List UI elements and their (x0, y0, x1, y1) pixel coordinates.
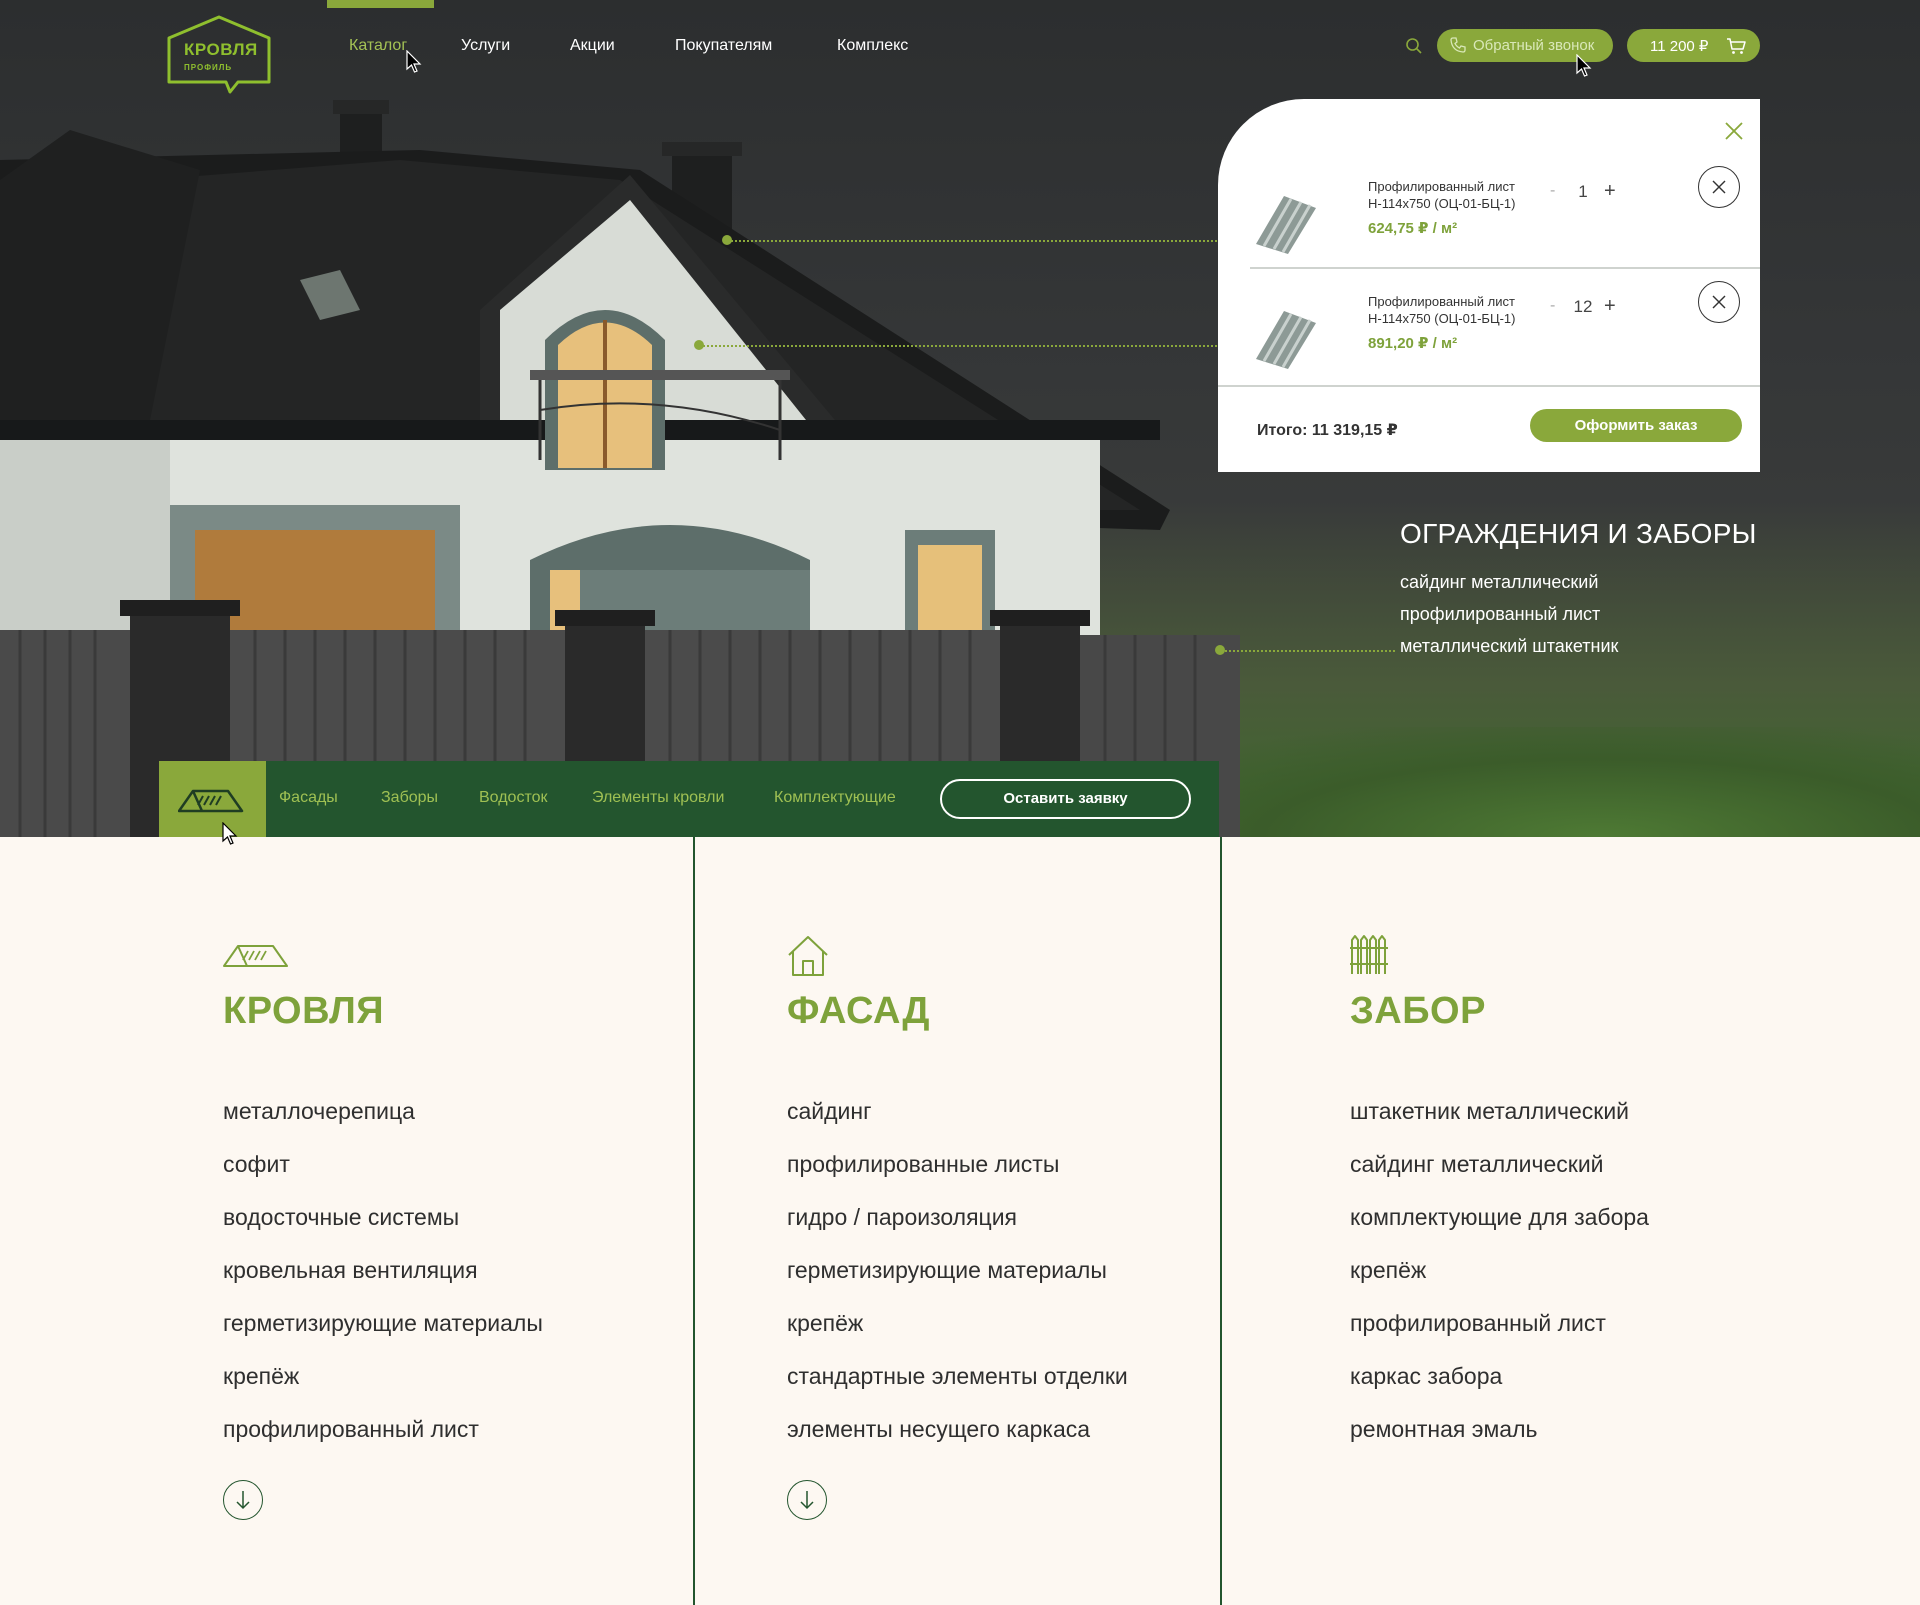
category-link[interactable]: крепёж (1350, 1257, 1426, 1284)
column-title[interactable]: ЗАБОР (1350, 990, 1486, 1033)
category-link[interactable]: сайдинг металлический (1350, 1151, 1604, 1178)
cart-item-price: 624,75 ₽ / м² (1368, 220, 1458, 237)
checkout-button[interactable]: Оформить заказ (1530, 409, 1742, 442)
category-link[interactable]: кровельная вентиляция (223, 1257, 478, 1284)
callout-line-fence (1225, 650, 1395, 652)
search-icon[interactable] (1405, 37, 1423, 55)
qty-value[interactable]: 12 (1570, 297, 1596, 317)
mouse-cursor-icon (1576, 54, 1592, 77)
category-link[interactable]: профилированные листы (787, 1151, 1059, 1178)
category-link[interactable]: герметизирующие материалы (223, 1310, 543, 1337)
category-link[interactable]: крепёж (223, 1363, 299, 1390)
cart-icon (1727, 38, 1746, 54)
qty-decrease-button[interactable]: - (1550, 182, 1555, 200)
fence-link-profiled-sheet[interactable]: профилированный лист (1400, 604, 1600, 625)
cart-item: Профилированный лист Н-114х750 (ОЦ-01-БЦ… (1250, 281, 1760, 408)
nav-complex[interactable]: Комплекс (837, 37, 908, 55)
product-thumbnail (1256, 196, 1316, 254)
callout-dot-roof[interactable] (722, 235, 732, 245)
callback-label: Обратный звонок (1473, 37, 1595, 54)
roof-tab[interactable] (159, 761, 266, 837)
show-more-button[interactable] (223, 1480, 263, 1520)
callout-line-roof (727, 240, 1217, 242)
tab-gutter[interactable]: Водосток (479, 789, 548, 807)
tab-facades[interactable]: Фасады (279, 789, 338, 807)
qty-value[interactable]: 1 (1570, 182, 1596, 202)
remove-x-icon (1712, 295, 1726, 309)
category-link[interactable]: стандартные элементы отделки (787, 1363, 1128, 1390)
request-button[interactable]: Оставить заявку (940, 779, 1191, 819)
callout-dot-facade[interactable] (694, 340, 704, 350)
qty-decrease-button[interactable]: - (1550, 297, 1555, 315)
column-title[interactable]: КРОВЛЯ (223, 990, 384, 1033)
nav-catalog[interactable]: Каталог (349, 37, 407, 55)
mouse-cursor-icon (406, 50, 422, 73)
tab-roof-elements[interactable]: Элементы кровли (592, 789, 724, 807)
category-link[interactable]: сайдинг (787, 1098, 872, 1125)
logo-title: КРОВЛЯ (184, 40, 258, 59)
nav-promotions[interactable]: Акции (570, 37, 615, 55)
arrow-down-icon (236, 1491, 250, 1510)
roof-icon (178, 789, 244, 813)
cart-divider (1250, 267, 1760, 269)
qty-increase-button[interactable]: + (1604, 180, 1616, 203)
logo[interactable]: КРОВЛЯ ПРОФИЛЬ (166, 14, 272, 94)
close-icon[interactable] (1724, 121, 1744, 141)
roof-icon (223, 945, 288, 967)
category-link[interactable]: элементы несущего каркаса (787, 1416, 1090, 1443)
show-more-button[interactable] (787, 1480, 827, 1520)
category-link[interactable]: комплектующие для забора (1350, 1204, 1649, 1231)
column-title[interactable]: ФАСАД (787, 990, 930, 1033)
category-link[interactable]: профилированный лист (223, 1416, 479, 1443)
house-photo (0, 100, 1240, 837)
cart-item-title[interactable]: Профилированный лист Н-114х750 (ОЦ-01-БЦ… (1368, 293, 1568, 327)
fence-link-picket[interactable]: металлический штакетник (1400, 636, 1618, 657)
arrow-down-icon (800, 1491, 814, 1510)
remove-x-icon (1712, 180, 1726, 194)
tab-accessories[interactable]: Комплектующие (774, 789, 896, 807)
fence-heading: ОГРАЖДЕНИЯ И ЗАБОРЫ (1400, 518, 1757, 549)
logo-subtitle: ПРОФИЛЬ (184, 63, 233, 72)
remove-item-button[interactable] (1698, 166, 1740, 208)
category-link[interactable]: крепёж (787, 1310, 863, 1337)
category-link[interactable]: каркас забора (1350, 1363, 1502, 1390)
fence-link-siding[interactable]: сайдинг металлический (1400, 572, 1598, 593)
house-icon (788, 936, 828, 976)
tab-fences[interactable]: Заборы (381, 789, 438, 807)
category-link[interactable]: ремонтная эмаль (1350, 1416, 1538, 1443)
category-link[interactable]: металлочерепица (223, 1098, 415, 1125)
nav-services[interactable]: Услуги (461, 37, 510, 55)
category-link[interactable]: герметизирующие материалы (787, 1257, 1107, 1284)
cart-popup: Профилированный лист Н-114х750 (ОЦ-01-БЦ… (1218, 99, 1760, 472)
nav-active-indicator (327, 0, 434, 8)
column-divider (1220, 837, 1222, 1605)
remove-item-button[interactable] (1698, 281, 1740, 323)
cart-total: 11 200 ₽ (1650, 37, 1709, 55)
product-thumbnail (1256, 311, 1316, 369)
cart-total-label: Итого: 11 319,15 ₽ (1257, 422, 1398, 439)
category-link[interactable]: штакетник металлический (1350, 1098, 1629, 1125)
category-link[interactable]: гидро / пароизоляция (787, 1204, 1017, 1231)
fence-callout: ОГРАЖДЕНИЯ И ЗАБОРЫ сайдинг металлически… (1400, 518, 1760, 656)
category-link[interactable]: водосточные системы (223, 1204, 459, 1231)
cart-button[interactable]: 11 200 ₽ (1627, 29, 1760, 62)
column-divider (693, 837, 695, 1605)
category-link[interactable]: софит (223, 1151, 290, 1178)
mouse-cursor-icon (222, 822, 238, 845)
nav-customers[interactable]: Покупателям (675, 37, 772, 55)
cart-divider (1218, 385, 1760, 387)
category-link[interactable]: профилированный лист (1350, 1310, 1606, 1337)
callout-line-facade (699, 345, 1217, 347)
cart-item-title[interactable]: Профилированный лист Н-114х750 (ОЦ-01-БЦ… (1368, 178, 1568, 212)
fence-icon (1350, 935, 1388, 974)
phone-icon (1450, 37, 1466, 53)
cart-item-price: 891,20 ₽ / м² (1368, 335, 1458, 352)
qty-increase-button[interactable]: + (1604, 295, 1616, 318)
cart-item: Профилированный лист Н-114х750 (ОЦ-01-БЦ… (1250, 166, 1760, 293)
category-bar: Фасады Заборы Водосток Элементы кровли К… (159, 761, 1219, 837)
callout-dot-fence[interactable] (1215, 645, 1225, 655)
